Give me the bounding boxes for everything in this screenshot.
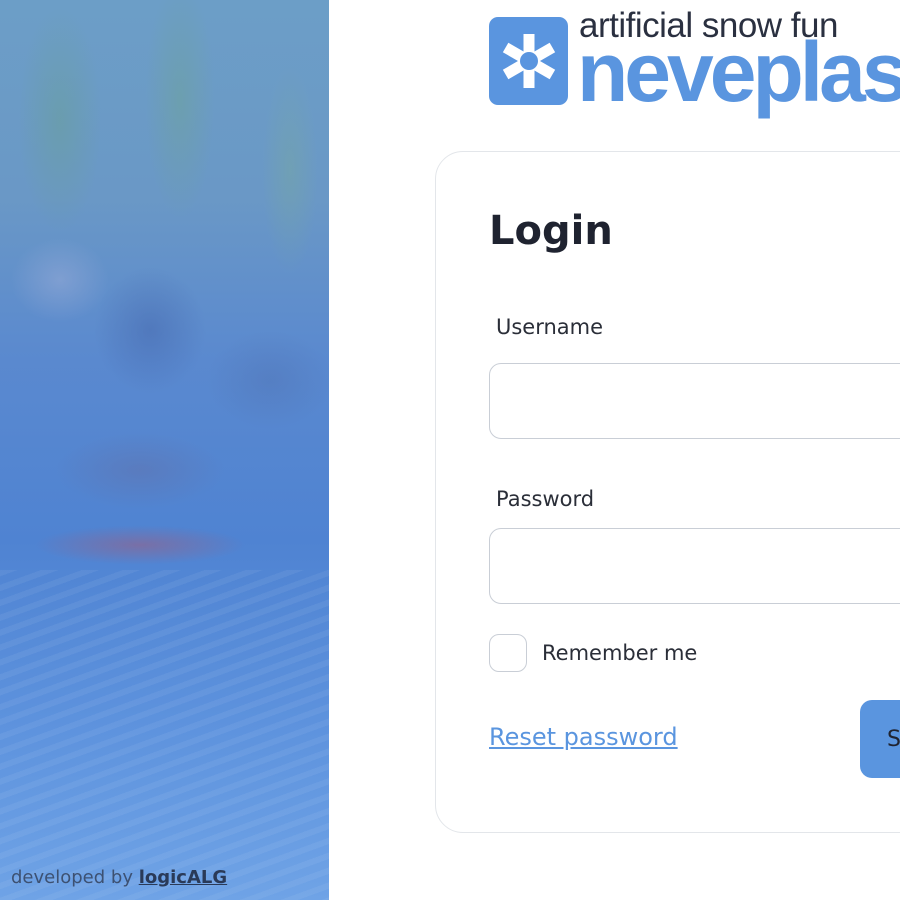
password-input[interactable] — [489, 528, 900, 604]
hero-photo-panel: developed by logicALG — [0, 0, 329, 900]
remember-me-row[interactable]: Remember me — [489, 634, 697, 672]
username-input[interactable] — [489, 363, 900, 439]
snowflake-icon — [489, 17, 568, 105]
credit-prefix: developed by — [11, 867, 133, 888]
developer-link[interactable]: logicALG — [139, 867, 227, 888]
page-title: Login — [489, 208, 613, 254]
password-label: Password — [496, 487, 595, 511]
reset-password-link[interactable]: Reset password — [489, 723, 678, 751]
username-label: Username — [496, 315, 604, 339]
remember-me-label[interactable]: Remember me — [542, 641, 697, 665]
brand-logo: artificial snow fun neveplast — [489, 6, 900, 119]
remember-me-checkbox[interactable] — [489, 634, 527, 672]
login-page: developed by logicALG artificial snow fu… — [0, 0, 900, 900]
developer-credit: developed by logicALG — [11, 867, 227, 888]
logo-wordmark: neveplast — [577, 25, 900, 119]
submit-button[interactable]: Submit — [860, 700, 900, 778]
